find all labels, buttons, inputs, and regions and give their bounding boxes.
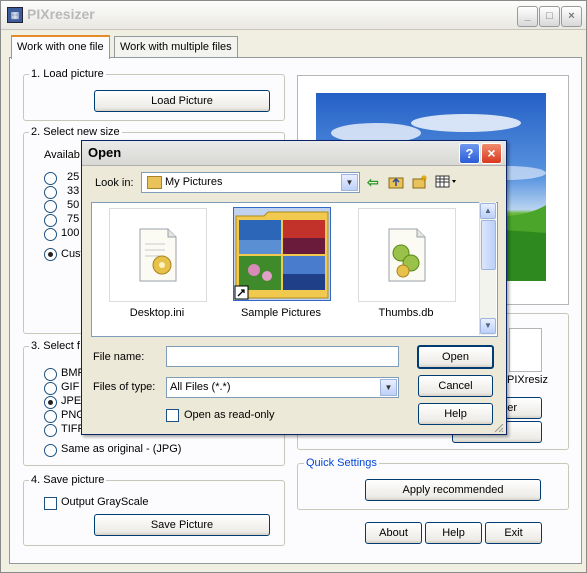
load-picture-button[interactable]: Load Picture [94, 90, 270, 112]
file-name-thumbs-db: Thumbs.db [378, 307, 434, 319]
window-title: PIXresizer [27, 6, 95, 22]
size-radio-33[interactable] [44, 186, 57, 199]
tab-multiple-files[interactable]: Work with multiple files [114, 36, 238, 58]
save-picture-button[interactable]: Save Picture [94, 514, 270, 536]
apply-recommended-button[interactable]: Apply recommended [365, 479, 541, 501]
file-item-thumbs-db[interactable] [358, 208, 456, 302]
select-size-label: 2. Select new size [29, 126, 122, 138]
size-option-label: 75 [67, 213, 80, 225]
about-button[interactable]: About [365, 522, 422, 544]
read-only-label: Open as read-only [184, 409, 275, 421]
format-radio-same-as-original[interactable] [44, 444, 57, 457]
format-radio-png[interactable] [44, 410, 57, 423]
dialog-help-button[interactable]: Help [418, 403, 493, 425]
folder-pictures-icon [234, 211, 329, 300]
same-as-original-label: Same as original - (JPG) [61, 443, 182, 455]
quick-settings-label: Quick Settings [304, 457, 379, 469]
files-of-type-dropdown[interactable]: All Files (*.*) ▼ [166, 377, 399, 398]
size-option-label: 50 [67, 199, 80, 211]
exit-button[interactable]: Exit [485, 522, 542, 544]
format-option-label: JPE [61, 395, 82, 407]
open-dialog: Open ? × Look in: My Pictures ▼ ⇦ Deskto… [81, 140, 507, 435]
dialog-close-icon[interactable]: × [481, 143, 502, 164]
file-name-input[interactable] [166, 346, 399, 367]
load-picture-label: 1. Load picture [29, 68, 106, 80]
look-in-label: Look in: [95, 177, 134, 189]
file-name-desktop-ini: Desktop.ini [129, 307, 185, 319]
vertical-scrollbar[interactable]: ▲ ▼ [479, 202, 496, 335]
scroll-up-icon[interactable]: ▲ [480, 203, 496, 219]
size-radio-custom[interactable] [44, 248, 57, 261]
new-folder-icon[interactable] [412, 174, 428, 190]
maximize-button[interactable]: □ [539, 6, 560, 27]
save-picture-label: 4. Save picture [29, 474, 107, 486]
size-radio-50[interactable] [44, 200, 57, 213]
available-sizes-label: Availab [44, 149, 80, 161]
view-menu-icon[interactable] [435, 174, 459, 190]
look-in-value: My Pictures [165, 176, 223, 188]
resize-grip-icon[interactable] [492, 421, 504, 433]
cancel-button[interactable]: Cancel [418, 375, 493, 397]
grayscale-checkbox[interactable] [44, 497, 57, 510]
size-radio-75[interactable] [44, 214, 57, 227]
title-bar[interactable]: ▦ PIXresizer _ □ × [1, 1, 586, 30]
format-radio-tiff[interactable] [44, 424, 57, 437]
file-list[interactable]: Desktop.ini Sample Pictures Thumbs.db [91, 202, 498, 337]
info-box [509, 328, 542, 372]
file-item-desktop-ini[interactable] [109, 208, 207, 302]
file-item-sample-pictures[interactable] [233, 207, 331, 301]
file-name-label: File name: [93, 351, 145, 363]
select-format-label: 3. Select f [29, 340, 82, 352]
files-of-type-label: Files of type: [93, 381, 156, 393]
save-picture-group [23, 480, 285, 546]
help-button[interactable]: Help [425, 522, 482, 544]
folder-icon [147, 176, 162, 189]
dialog-help-icon[interactable]: ? [459, 143, 480, 164]
ini-file-icon [139, 228, 177, 282]
close-button[interactable]: × [561, 6, 582, 27]
read-only-checkbox[interactable] [166, 409, 179, 422]
partial-app-text: PIXresiz [507, 374, 548, 386]
format-radio-bmp[interactable] [44, 368, 57, 381]
size-radio-100[interactable] [44, 228, 57, 241]
back-arrow-icon[interactable]: ⇦ [367, 174, 383, 190]
db-file-icon [388, 228, 426, 282]
format-radio-gif[interactable] [44, 382, 57, 395]
tab-one-file[interactable]: Work with one file [11, 35, 110, 59]
dialog-title-bar[interactable]: Open ? × [82, 141, 506, 166]
format-radio-jpeg[interactable] [44, 396, 57, 409]
size-option-label: 100 [61, 227, 80, 239]
size-option-label: 25 [67, 171, 80, 183]
size-radio-25[interactable] [44, 172, 57, 185]
grayscale-label: Output GrayScale [61, 496, 149, 508]
scroll-thumb[interactable] [481, 220, 496, 270]
minimize-button[interactable]: _ [517, 6, 538, 27]
dialog-title: Open [88, 145, 122, 160]
format-option-label: GIF [61, 381, 80, 393]
look-in-dropdown[interactable]: My Pictures ▼ [141, 172, 360, 193]
app-icon: ▦ [7, 7, 23, 23]
file-name-sample-pictures: Sample Pictures [240, 307, 322, 319]
chevron-down-icon[interactable]: ▼ [341, 174, 358, 191]
up-folder-icon[interactable] [388, 174, 404, 190]
scroll-down-icon[interactable]: ▼ [480, 318, 496, 334]
open-button[interactable]: Open [417, 345, 494, 369]
files-of-type-value: All Files (*.*) [170, 381, 231, 393]
partial-button-label: er [507, 402, 517, 414]
size-option-label: 33 [67, 185, 80, 197]
chevron-down-icon[interactable]: ▼ [380, 379, 397, 396]
